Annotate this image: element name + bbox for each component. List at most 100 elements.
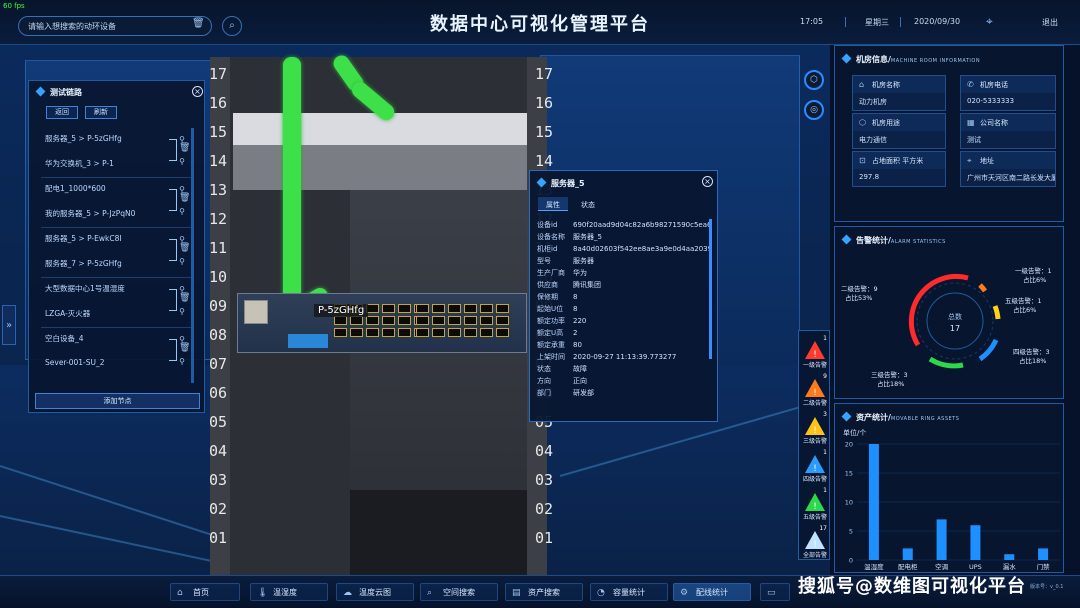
y-tick-label: 20: [845, 441, 853, 449]
link-icon[interactable]: ⚲: [179, 257, 185, 266]
alarm-label-level2: 二级告警：9 占比53%: [841, 285, 878, 302]
rack-u-number: 01: [534, 529, 554, 547]
refresh-button[interactable]: 刷新: [85, 106, 117, 119]
bar[interactable]: [868, 444, 879, 560]
link-target: 服务器_7 > P-5zGHfg: [45, 259, 122, 268]
alert-level-item[interactable]: ! 3 三级告警: [799, 411, 831, 447]
rack-u-number: 15: [534, 123, 554, 141]
rack-u-number: 04: [534, 442, 554, 460]
divider: [41, 277, 191, 278]
exit-button[interactable]: 退出: [1042, 17, 1058, 28]
link-pair[interactable]: 大型数据中心1号温湿度 LZGA-灭火器 ⚲ ⚲: [45, 283, 185, 319]
network-switch[interactable]: [237, 293, 527, 353]
link-icon[interactable]: ⚲: [179, 307, 185, 316]
attribute-key: 机柜id: [537, 245, 558, 253]
nav-item[interactable]: ◔ 容量统计: [590, 583, 668, 601]
nav-item[interactable]: ⌕ 空间搜索: [420, 583, 498, 601]
fullscreen-icon[interactable]: ⌖: [986, 14, 993, 29]
alert-count: 1: [823, 335, 827, 342]
trash-icon[interactable]: 🗑: [179, 143, 190, 153]
alert-level-item[interactable]: ! 1 一级告警: [799, 335, 831, 371]
attribute-row: 设备名称 服务器_5: [537, 231, 712, 243]
monitor-nav-button[interactable]: ▭: [760, 583, 790, 601]
info-value: 动力机房: [859, 98, 887, 106]
close-icon[interactable]: ×: [702, 176, 713, 187]
bar[interactable]: [1004, 554, 1015, 560]
rack-u-number: 12: [208, 210, 228, 228]
nav-item-label: 温度云图: [359, 588, 391, 597]
attribute-key: 上架时间: [537, 353, 565, 361]
divider: [900, 17, 901, 27]
bar[interactable]: [970, 525, 981, 560]
back-button[interactable]: 返回: [46, 106, 78, 119]
link-icon[interactable]: ⚲: [179, 157, 185, 166]
link-icon[interactable]: ⚲: [179, 207, 185, 216]
alert-level-item[interactable]: ! 9 二级告警: [799, 373, 831, 409]
alert-level-item[interactable]: ! 1 四级告警: [799, 449, 831, 485]
link-icon[interactable]: ⚲: [179, 357, 185, 366]
rack-u-number: 16: [208, 94, 228, 112]
svg-text:!: !: [813, 426, 817, 436]
trash-icon[interactable]: 🗑: [179, 243, 190, 253]
link-pair[interactable]: 服务器_5 > P-5zGHfg 华为交换机_3 > P-1 ⚲ ⚲: [45, 133, 185, 169]
trash-icon[interactable]: 🗑: [179, 343, 190, 353]
alert-level-item[interactable]: ! 17 全部告警: [799, 525, 831, 561]
search-icon[interactable]: ⌕: [222, 16, 242, 36]
nav-item[interactable]: ▤ 资产搜索: [505, 583, 583, 601]
attribute-row: 部门 研发部: [537, 387, 712, 399]
rack-u-number: 14: [208, 152, 228, 170]
search-input[interactable]: 请输入想搜索的动环设备: [18, 16, 212, 36]
alarm-label-level5: 五级告警：1 占比6%: [1005, 297, 1042, 314]
attribute-key: 额定承重: [537, 341, 565, 349]
asset-bar-chart: 单位/个 0 5 10 15 20 温湿度 配电柜 空调 UPS 漏水 门禁: [843, 428, 1060, 571]
link-pair[interactable]: 配电1_1000*600 我的服务器_5 > P-JzPqN0 ⚲ ⚲: [45, 183, 185, 219]
trash-icon[interactable]: 🗑: [179, 193, 190, 203]
attribute-key: 设备id: [537, 221, 558, 229]
link-pair[interactable]: 空白设备_4 Sever-001-SU_2 ⚲ ⚲: [45, 333, 185, 367]
attribute-value: 2: [573, 329, 578, 337]
divider: [41, 327, 191, 328]
y-axis-unit: 单位/个: [843, 428, 866, 437]
nav-item[interactable]: ⚙ 配线统计: [673, 583, 751, 601]
attribute-row: 供应商 腾讯集团: [537, 279, 712, 291]
bar[interactable]: [902, 548, 913, 560]
nav-item[interactable]: ☁ 温度云图: [336, 583, 414, 601]
link-target: LZGA-灭火器: [45, 309, 91, 318]
rack-u-number: 10: [208, 268, 228, 286]
add-node-button[interactable]: 添加节点: [35, 393, 200, 409]
attribute-key: 方向: [537, 377, 551, 385]
reset-view-icon[interactable]: ◎: [804, 100, 824, 120]
alert-level-item[interactable]: ! 1 五级告警: [799, 487, 831, 523]
attribute-value: 2020-09-27 11:13:39.773277: [573, 353, 677, 361]
svg-text:!: !: [813, 540, 817, 550]
attribute-row: 额定承重 80: [537, 339, 712, 351]
area-icon: ⊡: [859, 156, 866, 165]
nav-item[interactable]: 🌡 温湿度: [250, 583, 328, 601]
bar[interactable]: [936, 519, 947, 560]
trash-icon[interactable]: 🗑: [179, 293, 190, 303]
tab-state[interactable]: 状态: [573, 197, 603, 211]
scrollbar[interactable]: [191, 128, 194, 383]
info-value: 297.8: [859, 173, 880, 181]
link-bracket: [169, 239, 177, 261]
nav-item[interactable]: ⌂ 首页: [170, 583, 240, 601]
attribute-list: 设备id 690f20aad9d04c82a6b98271590c5ea6 设备名称…: [537, 219, 712, 399]
trash-icon[interactable]: 🗑: [192, 18, 205, 32]
tab-attributes[interactable]: 属性: [538, 197, 568, 211]
bar[interactable]: [1038, 548, 1049, 560]
room-info-cell: ⌖ 地址 广州市天河区南二路长发大厦: [960, 151, 1056, 187]
popup-title: 服务器_5: [536, 177, 585, 189]
thermometer-icon: 🌡: [257, 588, 269, 598]
rack-u-number: 01: [208, 529, 228, 547]
warning-triangle-icon: !: [805, 417, 825, 436]
scrollbar[interactable]: [709, 219, 712, 359]
cube-view-icon[interactable]: ⬡: [804, 70, 824, 90]
expand-handle[interactable]: »: [2, 305, 16, 345]
diamond-icon: [35, 86, 46, 97]
y-tick-label: 15: [845, 470, 853, 478]
close-icon[interactable]: ×: [192, 86, 203, 97]
switch-ports-b: [416, 304, 509, 337]
x-tick-label: 温湿度: [864, 562, 884, 571]
info-value: 电力通信: [859, 136, 887, 144]
link-pair[interactable]: 服务器_5 > P-EwkC8I 服务器_7 > P-5zGHfg ⚲ ⚲: [45, 233, 185, 269]
